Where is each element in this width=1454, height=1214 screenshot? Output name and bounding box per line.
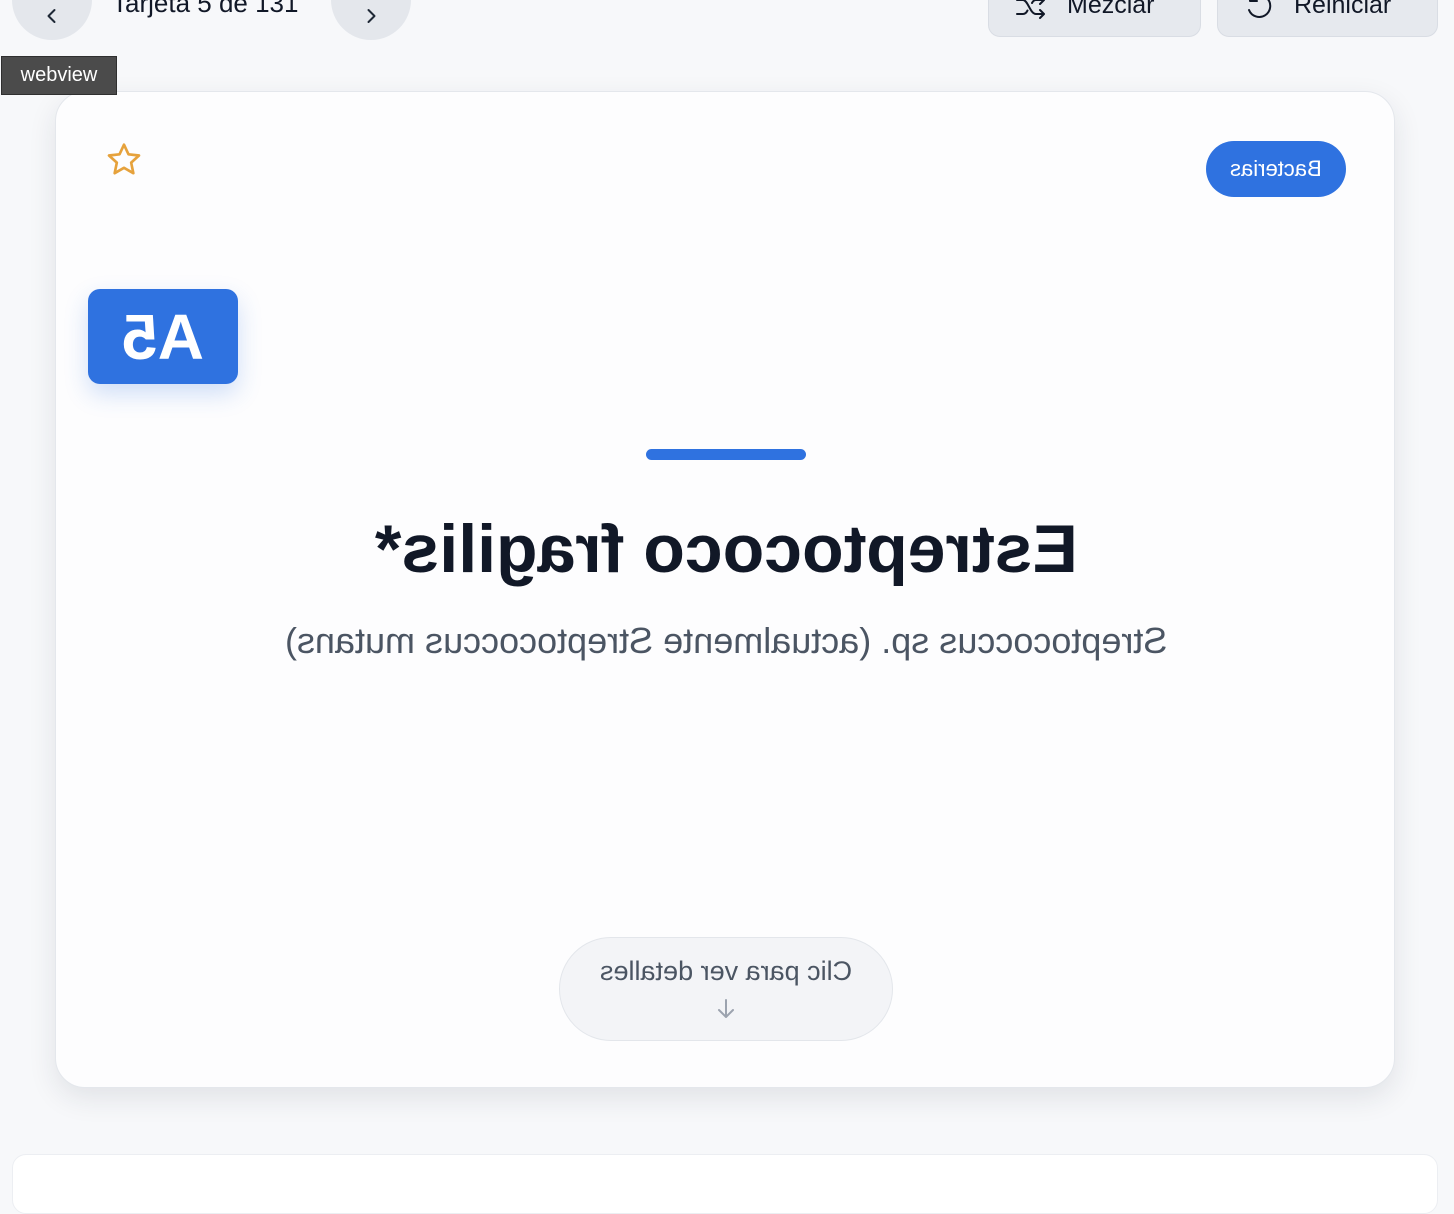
card-counter: Tarjeta 5 de 131 [112, 0, 299, 18]
previous-card-button[interactable] [12, 0, 92, 40]
card-subtitle-text: Streptococcus sp. (actualmente Streptoco… [284, 620, 1168, 661]
card-term-text: Estreptococo fragilis* [374, 511, 1078, 587]
card-term: Estreptococo fragilis* [56, 510, 1396, 588]
card-code-label: A5 [122, 300, 204, 373]
arrow-down-icon [718, 999, 734, 1018]
card-code-badge: A5 [88, 289, 238, 384]
card-subtitle: Streptococcus sp. (actualmente Streptoco… [56, 620, 1396, 662]
reveal-details-button[interactable]: Clic para ver detalles [559, 937, 893, 1041]
reveal-details-label: Clic para ver detalles [599, 956, 853, 986]
star-outline-icon [107, 143, 141, 175]
category-badge: Bacterias [1206, 141, 1346, 197]
details-panel [12, 1154, 1438, 1214]
webview-tooltip: webview [1, 56, 117, 95]
chevron-left-icon [47, 9, 56, 23]
shuffle-icon [1016, 0, 1045, 19]
category-badge-label: Bacterias [1230, 156, 1322, 181]
rotate-ccw-icon [1248, 0, 1272, 18]
next-card-button[interactable] [331, 0, 411, 40]
shuffle-button-label: Mezclar [1067, 0, 1155, 19]
restart-button-label: Reiniciar [1294, 0, 1392, 19]
favorite-toggle[interactable] [104, 140, 144, 180]
restart-button[interactable]: Reiniciar [1217, 0, 1438, 37]
flashcard-toolbar: Tarjeta 5 de 131 Mezclar Reiniciar [0, 0, 1454, 50]
chevron-right-icon [367, 9, 376, 23]
flashcard[interactable]: Bacterias A5 Estreptococo fragilis* Stre… [55, 91, 1395, 1088]
accent-divider [646, 449, 806, 460]
shuffle-button[interactable]: Mezclar [988, 0, 1201, 37]
